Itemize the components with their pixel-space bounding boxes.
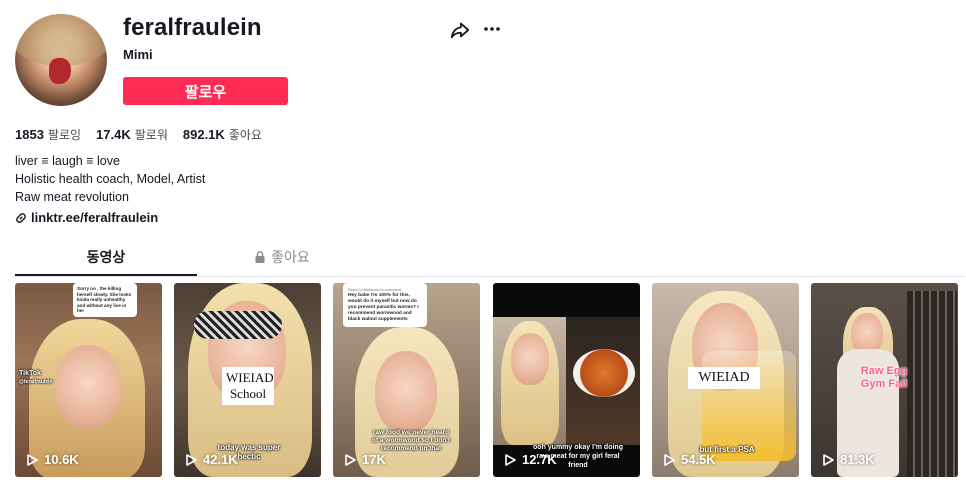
bio-line: liver ≡ laugh ≡ love: [15, 154, 120, 168]
play-icon: [664, 453, 675, 466]
video-card[interactable]: Sorry no , the killing herself slowly. S…: [15, 283, 162, 477]
follow-button[interactable]: 팔로우: [123, 77, 288, 105]
view-count: 10.6K: [27, 452, 79, 467]
watermark-handle: @feralfraulein: [19, 379, 53, 385]
video-sign: WIEIAD School: [222, 367, 274, 405]
watermark-text: TikTok: [19, 370, 41, 377]
likes-stat: 892.1K 좋아요: [183, 126, 262, 143]
bio-line: Raw meat revolution: [15, 190, 129, 204]
more-icon[interactable]: [482, 19, 502, 39]
view-count-value: 42.1K: [203, 452, 238, 467]
play-icon: [27, 453, 38, 466]
following-stat[interactable]: 1853 팔로잉: [15, 126, 81, 143]
comment-bubble: Sorry no , the killing herself slowly. S…: [73, 283, 137, 317]
tab-videos[interactable]: 동영상: [15, 245, 197, 275]
play-icon: [186, 453, 197, 466]
followers-label: 팔로워: [134, 128, 168, 142]
tab-liked[interactable]: 좋아요: [197, 245, 368, 275]
profile-username: feralfraulein: [123, 14, 262, 41]
tab-liked-label: 좋아요: [271, 250, 310, 266]
following-count: 1853: [15, 127, 44, 142]
share-icon[interactable]: [449, 19, 471, 41]
play-icon: [505, 453, 516, 466]
video-card[interactable]: Raw Egg Gym Fail 81.3K: [811, 283, 958, 477]
comment-bubble: Reply to AllAboutu's comment Hey babe I'…: [343, 283, 427, 327]
video-card[interactable]: WIEIAD School today was super hectic 42.…: [174, 283, 321, 477]
video-card[interactable]: WIEIAD but first a PSA 54.5K: [652, 283, 799, 477]
video-sign-line: School: [229, 386, 267, 401]
likes-label: 좋아요: [228, 128, 262, 142]
profile-nickname: Mimi: [123, 47, 153, 62]
video-sign: WIEIAD: [688, 367, 760, 389]
profile-link-text: linktr.ee/feralfraulein: [31, 210, 159, 225]
view-count: 12.7K: [505, 452, 557, 467]
play-icon: [345, 453, 356, 466]
video-card[interactable]: ooh yummy okay I'm doing raw meat for my…: [493, 283, 640, 477]
video-caption: Raw Egg Gym Fail: [845, 365, 923, 391]
lock-icon: [255, 251, 265, 263]
profile-link[interactable]: linktr.ee/feralfraulein: [15, 210, 158, 225]
tabs-divider: [15, 276, 965, 277]
tab-videos-label: 동영상: [86, 250, 126, 266]
comment-bubble-text: Hey babe I'm 100% for this, would do it …: [348, 293, 419, 322]
view-count: 42.1K: [186, 452, 238, 467]
video-caption-line: Gym Fail: [860, 378, 908, 390]
view-count-value: 54.5K: [681, 452, 716, 467]
view-count: 17K: [345, 452, 386, 467]
link-icon: [16, 212, 26, 223]
view-count-value: 10.6K: [44, 452, 79, 467]
view-count-value: 81.3K: [840, 452, 875, 467]
likes-count: 892.1K: [182, 127, 225, 142]
profile-tabs: 동영상 좋아요: [15, 245, 368, 276]
view-count-value: 12.7K: [522, 452, 557, 467]
followers-count: 17.4K: [96, 127, 131, 142]
view-count-value: 17K: [362, 452, 386, 467]
play-icon: [823, 453, 834, 466]
profile-bio: liver ≡ laugh ≡ love Holistic health coa…: [15, 152, 205, 206]
profile-stats: 1853 팔로잉 17.4K 팔로워 892.1K 좋아요: [15, 126, 262, 143]
view-count: 81.3K: [823, 452, 875, 467]
video-caption: raw food we never heard of a wormwood so…: [371, 429, 451, 452]
video-caption-line: Raw Egg: [860, 365, 908, 377]
video-sign-line: WIEIAD: [226, 370, 274, 385]
video-sign-line: WIEIAD: [698, 370, 750, 385]
video-card[interactable]: Reply to AllAboutu's comment Hey babe I'…: [333, 283, 480, 477]
bio-line: Holistic health coach, Model, Artist: [15, 172, 206, 186]
following-label: 팔로잉: [47, 128, 82, 142]
followers-stat[interactable]: 17.4K 팔로워: [96, 126, 168, 143]
profile-avatar: [15, 14, 107, 106]
view-count: 54.5K: [664, 452, 716, 467]
watermark: TikTok @feralfraulein: [19, 369, 65, 387]
